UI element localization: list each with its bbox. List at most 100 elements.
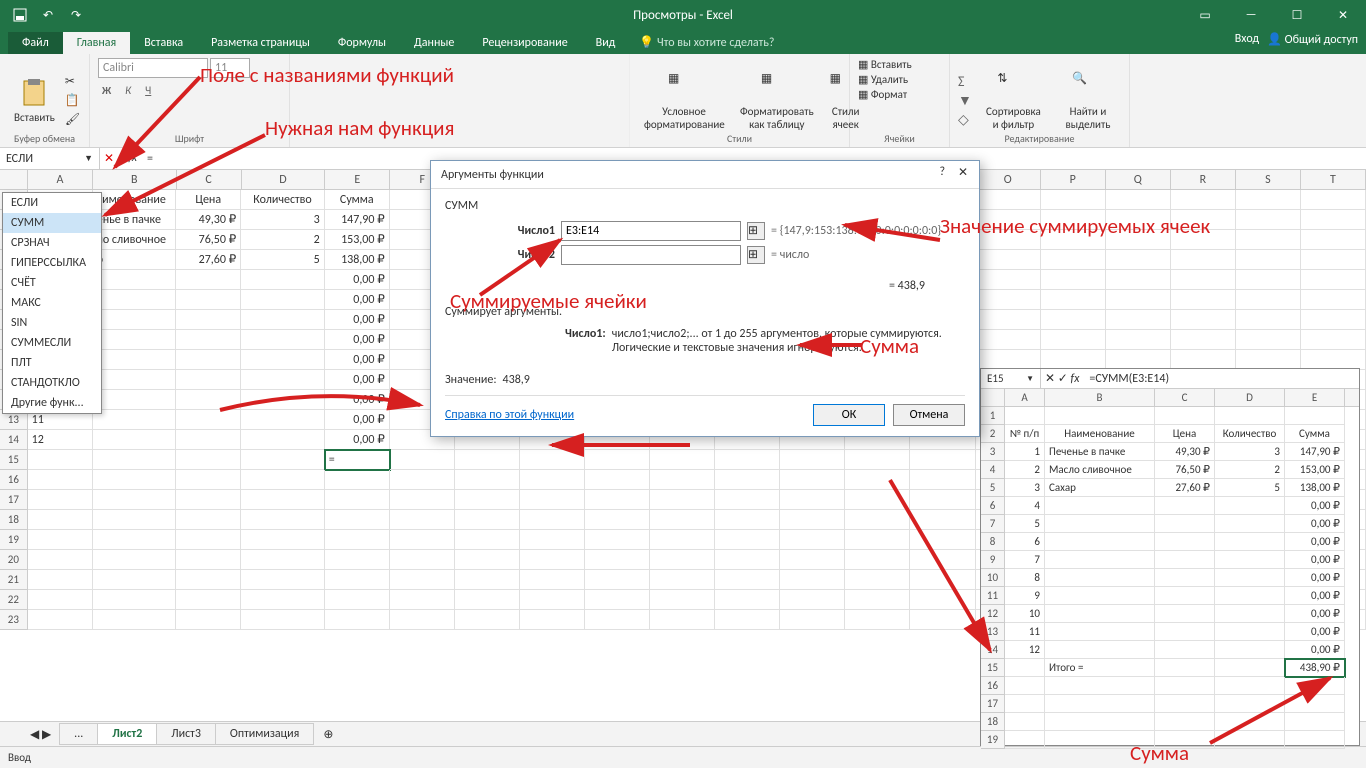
cell[interactable] — [585, 470, 650, 490]
cell[interactable] — [241, 330, 324, 350]
cell[interactable] — [1041, 250, 1106, 270]
cell[interactable] — [455, 570, 520, 590]
share-button[interactable]: 👤 Общий доступ — [1267, 32, 1358, 47]
tab-layout[interactable]: Разметка страницы — [197, 32, 324, 54]
cell[interactable] — [650, 470, 715, 490]
cell[interactable] — [325, 570, 390, 590]
cell[interactable] — [1005, 731, 1045, 749]
cell[interactable] — [241, 590, 324, 610]
cell[interactable]: 0,00 ₽ — [325, 430, 390, 450]
cell[interactable] — [325, 510, 390, 530]
cell[interactable] — [176, 610, 241, 630]
cell[interactable] — [780, 490, 845, 510]
cell[interactable] — [780, 550, 845, 570]
cell[interactable] — [241, 290, 324, 310]
cell[interactable] — [976, 290, 1041, 310]
tab-view[interactable]: Вид — [582, 32, 630, 54]
cell[interactable] — [715, 610, 780, 630]
cell[interactable] — [455, 450, 520, 470]
row-header[interactable]: 15 — [0, 450, 28, 470]
cell[interactable] — [28, 470, 93, 490]
help-link[interactable]: Справка по этой функции — [445, 408, 574, 422]
cell[interactable] — [28, 510, 93, 530]
cell[interactable]: 0,00 ₽ — [325, 310, 390, 330]
name-box[interactable]: ЕСЛИ▼ — [0, 148, 100, 169]
cell[interactable] — [93, 330, 176, 350]
cell[interactable]: 76,50 ₽ — [176, 230, 241, 250]
cell[interactable]: 138,00 ₽ — [1285, 479, 1345, 497]
cell[interactable]: 2 — [241, 230, 324, 250]
cell[interactable] — [1045, 551, 1155, 569]
cell[interactable] — [241, 530, 324, 550]
cell[interactable]: 0,00 ₽ — [1285, 515, 1345, 533]
format-cells-button[interactable]: ▦ Формат — [858, 88, 907, 101]
cell[interactable]: Итого = — [1045, 659, 1155, 677]
sheet-tab[interactable]: ... — [59, 723, 98, 745]
format-table-button[interactable]: ▦Форматировать как таблицу — [734, 69, 820, 133]
cell[interactable] — [93, 490, 176, 510]
cell[interactable] — [28, 550, 93, 570]
cell[interactable] — [1041, 290, 1106, 310]
cell[interactable] — [241, 350, 324, 370]
cell[interactable] — [1106, 290, 1171, 310]
cell[interactable] — [28, 570, 93, 590]
format-painter-icon[interactable]: 🖌 — [65, 112, 80, 127]
cell[interactable] — [1215, 551, 1285, 569]
tab-data[interactable]: Данные — [400, 32, 468, 54]
row-header[interactable]: 23 — [0, 610, 28, 630]
cell[interactable]: 11 — [1005, 623, 1045, 641]
paste-button[interactable]: Вставить — [8, 75, 61, 126]
cell[interactable] — [176, 470, 241, 490]
cell[interactable] — [650, 610, 715, 630]
cell[interactable] — [93, 510, 176, 530]
cell[interactable] — [1155, 569, 1215, 587]
cell[interactable] — [93, 310, 176, 330]
cell[interactable] — [1045, 623, 1155, 641]
cell[interactable] — [520, 470, 585, 490]
cell[interactable]: Цена — [1155, 425, 1215, 443]
cell[interactable] — [650, 590, 715, 610]
cell[interactable]: 0,00 ₽ — [1285, 641, 1345, 659]
cell[interactable] — [390, 470, 455, 490]
cell[interactable]: № п/п — [1005, 425, 1045, 443]
cell[interactable] — [1155, 533, 1215, 551]
cell[interactable]: 0,00 ₽ — [325, 330, 390, 350]
cell[interactable] — [780, 450, 845, 470]
redo-icon[interactable]: ↷ — [64, 3, 88, 27]
cell[interactable] — [715, 570, 780, 590]
cell[interactable] — [715, 450, 780, 470]
cell[interactable] — [1215, 497, 1285, 515]
cell[interactable] — [241, 270, 324, 290]
cell[interactable] — [93, 470, 176, 490]
cell[interactable] — [455, 490, 520, 510]
arg1-input[interactable] — [561, 221, 741, 241]
cell[interactable] — [780, 510, 845, 530]
cell[interactable] — [176, 270, 241, 290]
row-header[interactable]: 21 — [0, 570, 28, 590]
cell[interactable] — [241, 610, 324, 630]
cell[interactable] — [1005, 659, 1045, 677]
cell[interactable] — [455, 610, 520, 630]
cell[interactable]: = — [325, 450, 390, 470]
cell[interactable] — [1301, 270, 1366, 290]
cell[interactable] — [650, 510, 715, 530]
cell[interactable] — [176, 550, 241, 570]
cell[interactable] — [176, 310, 241, 330]
cell[interactable] — [93, 610, 176, 630]
cell[interactable] — [1171, 290, 1236, 310]
row-header[interactable]: 16 — [0, 470, 28, 490]
sheet-tab-active[interactable]: Лист2 — [97, 723, 157, 745]
function-list-item[interactable]: СЧЁТ — [3, 273, 101, 293]
cell[interactable]: Сумма — [325, 190, 390, 210]
cell[interactable] — [1155, 587, 1215, 605]
cell[interactable] — [241, 510, 324, 530]
cell[interactable] — [520, 510, 585, 530]
cell[interactable]: Сахар — [1045, 479, 1155, 497]
col-header[interactable]: R — [1171, 170, 1236, 189]
cell[interactable] — [1106, 270, 1171, 290]
cell[interactable] — [325, 550, 390, 570]
cell[interactable] — [1171, 350, 1236, 370]
cell[interactable] — [93, 430, 176, 450]
conditional-format-button[interactable]: ▦Условное форматирование — [638, 69, 730, 133]
cell[interactable]: 0,00 ₽ — [1285, 569, 1345, 587]
